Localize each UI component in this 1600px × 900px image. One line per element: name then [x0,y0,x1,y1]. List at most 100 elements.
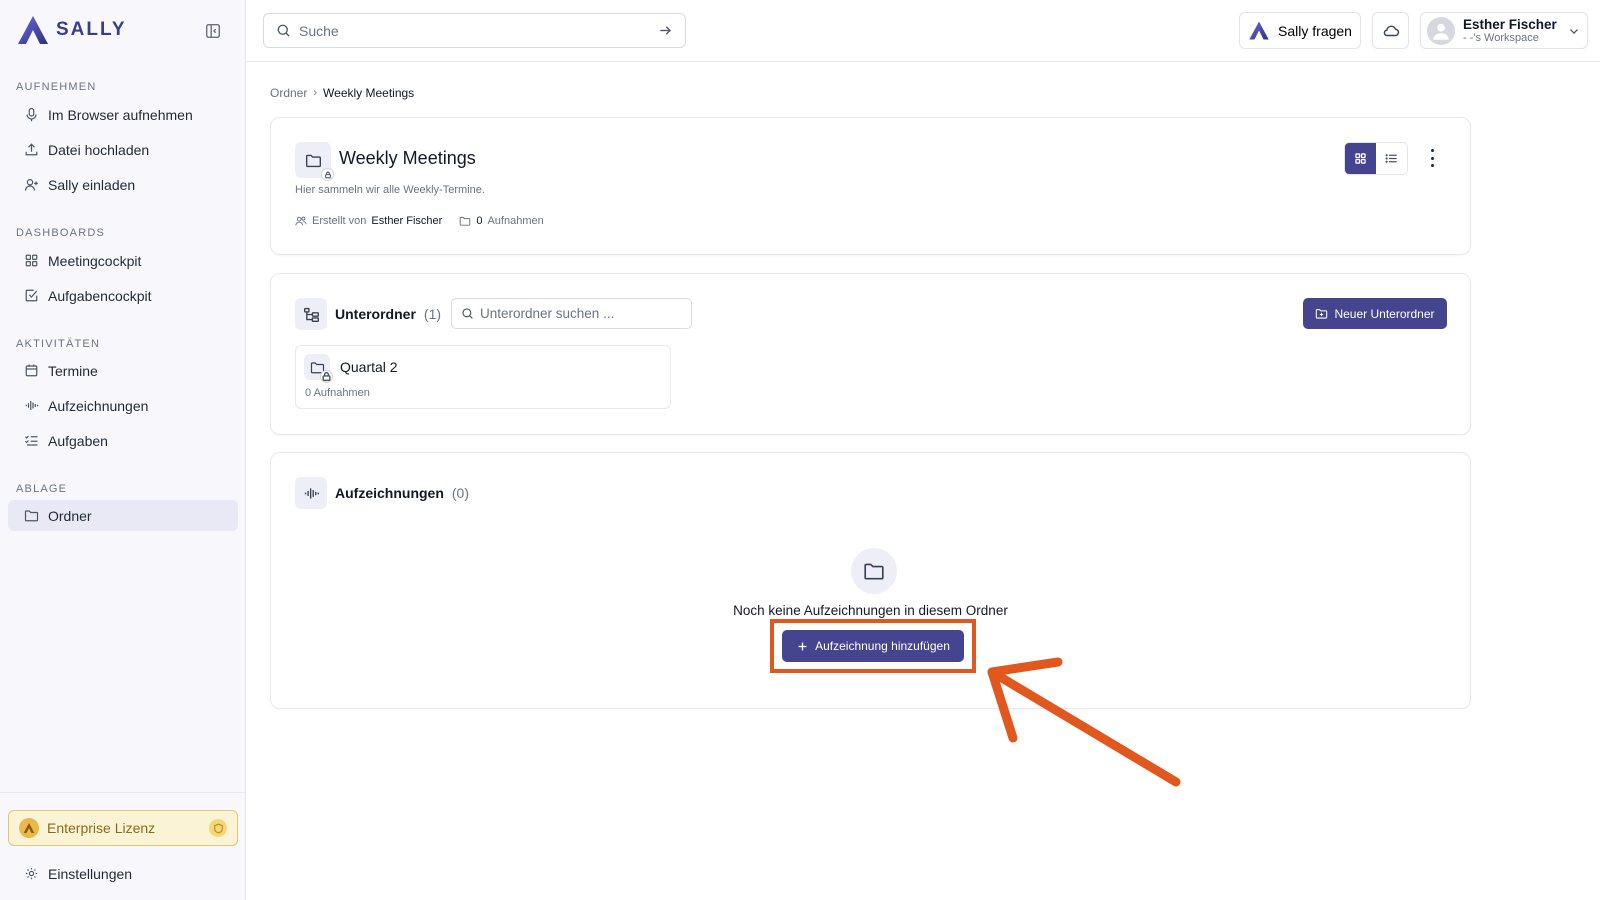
sidebar-item-ordner[interactable]: Ordner [8,500,238,531]
view-toggle [1344,142,1408,175]
logo-text: SALLY [56,19,127,40]
recordings-header: Aufzeichnungen (0) [295,477,469,509]
arrow-right-icon[interactable] [658,23,673,38]
cloud-icon [1383,25,1399,36]
empty-folder-icon [851,548,897,594]
sidebar-item-aufgabencockpit[interactable]: Aufgabencockpit [8,280,238,311]
breadcrumb-parent[interactable]: Ordner [270,86,307,100]
subfolder-icon-tile [304,354,333,383]
sidebar-item-invite-sally[interactable]: Sally einladen [8,169,238,200]
list-view-button[interactable] [1376,143,1407,174]
sidebar-item-label: Aufzeichnungen [48,397,149,414]
folder-header-card: Weekly Meetings Hier sammeln wir alle We… [270,117,1471,255]
ask-sally-label: Sally fragen [1278,22,1352,39]
license-logo-icon [19,818,39,838]
checkbox-icon [25,289,38,302]
sidebar-item-aufgaben[interactable]: Aufgaben [8,425,238,456]
breadcrumb-current: Weekly Meetings [323,86,415,100]
subfolder-count: 0 Aufnahmen [305,387,370,399]
folder-icon [24,510,39,522]
chevron-down-icon [1570,28,1578,34]
cloud-button[interactable] [1372,12,1409,49]
sidebar-item-upload[interactable]: Datei hochladen [8,134,238,165]
sidebar-item-label: Datei hochladen [48,141,150,158]
recordings-count: (0) [451,485,470,501]
add-recording-label: Aufzeichnung hinzufügen [815,639,950,653]
sidebar-item-label: Termine [48,362,98,379]
subfolders-header: Unterordner (1) [295,298,441,330]
section-label-aufnehmen: AUFNEHMEN [16,81,97,93]
sidebar-item-label: Aufgaben [48,432,108,449]
user-name: Esther Fischer [1463,16,1557,32]
more-options-icon[interactable] [1424,149,1440,167]
annotation-arrow-icon [987,657,1181,787]
sidebar-item-label: Aufgabencockpit [48,287,152,304]
grid-icon [25,254,38,267]
folder-small-icon [460,216,471,226]
breadcrumb: Ordner › Weekly Meetings [270,86,414,100]
new-subfolder-button[interactable]: Neuer Unterordner [1303,298,1447,329]
search-input[interactable] [299,22,650,39]
subfolders-count: (1) [423,306,442,322]
list-icon [1385,154,1397,163]
folder-icon-tile [295,142,334,181]
global-search[interactable] [263,13,686,48]
folder-description: Hier sammeln wir alle Weekly-Termine. [295,184,485,196]
grid-view-button[interactable] [1345,143,1376,174]
plus-icon [798,642,807,650]
search-icon [277,24,290,37]
ask-sally-button[interactable]: Sally fragen [1239,12,1361,49]
recordings-count: 0 [476,215,483,227]
section-label-ablage: ABLAGE [16,483,68,495]
user-menu[interactable]: Esther Fischer - -'s Workspace [1420,12,1588,49]
sidebar-item-meetingcockpit[interactable]: Meetingcockpit [8,245,238,276]
empty-state-text: Noch keine Aufzeichnungen in diesem Ordn… [733,603,1008,618]
sidebar-item-settings[interactable]: Einstellungen [8,858,238,889]
new-subfolder-label: Neuer Unterordner [1334,306,1435,321]
sally-logo-icon [1249,21,1269,40]
avatar [1427,16,1455,45]
sidebar: SALLY AUFNEHMEN Im Browser aufnehmen Dat… [0,0,246,900]
user-plus-icon [24,179,38,191]
license-badge[interactable]: Enterprise Lizenz [8,810,238,846]
sidebar-item-record-browser[interactable]: Im Browser aufnehmen [8,99,238,130]
recordings-icon-tile [295,477,327,509]
subfolder-name: Quartal 2 [340,359,398,375]
folder-title: Weekly Meetings [339,148,476,168]
list-check-icon [25,435,38,446]
folder-meta: Erstellt von Esther Fischer 0 Aufnahmen [295,215,544,227]
section-label-dashboards: DASHBOARDS [16,227,106,239]
sidebar-item-termine[interactable]: Termine [8,355,238,386]
grid-icon [1355,153,1366,164]
tree-icon [303,307,319,322]
license-label: Enterprise Lizenz [47,820,156,836]
subfolder-search-input[interactable] [480,306,682,321]
sidebar-item-label: Im Browser aufnehmen [48,106,193,123]
add-recording-button[interactable]: Aufzeichnung hinzufügen [782,630,964,662]
subfolder-item[interactable]: Quartal 2 0 Aufnahmen [295,345,671,409]
gear-icon [25,867,38,880]
folder-plus-icon [1316,309,1328,319]
subfolder-tree-icon-tile [295,298,327,330]
calendar-icon [25,364,38,377]
sidebar-item-label: Sally einladen [48,176,136,193]
app-logo[interactable]: SALLY [16,14,127,46]
recordings-count-label: Aufnahmen [487,215,544,227]
sidebar-collapse-icon[interactable] [204,22,222,40]
search-icon [462,308,473,319]
chevron-right-icon: › [313,87,318,99]
subfolder-search[interactable] [451,298,692,329]
waveform-icon [304,487,319,499]
sidebar-item-aufzeichnungen[interactable]: Aufzeichnungen [8,390,238,421]
mic-icon [26,107,37,122]
topbar: Sally fragen Esther Fischer - -'s Worksp… [246,0,1600,62]
created-by-label: Erstellt von [312,215,367,227]
upload-icon [25,143,38,156]
folder-icon [305,154,321,167]
subfolders-title: Unterordner [335,306,416,322]
created-by-name: Esther Fischer [371,215,443,227]
users-icon [295,216,307,226]
section-label-aktivitaeten: AKTIVITÄTEN [16,338,101,350]
waveform-icon [25,401,39,410]
recordings-title: Aufzeichnungen [335,485,444,501]
